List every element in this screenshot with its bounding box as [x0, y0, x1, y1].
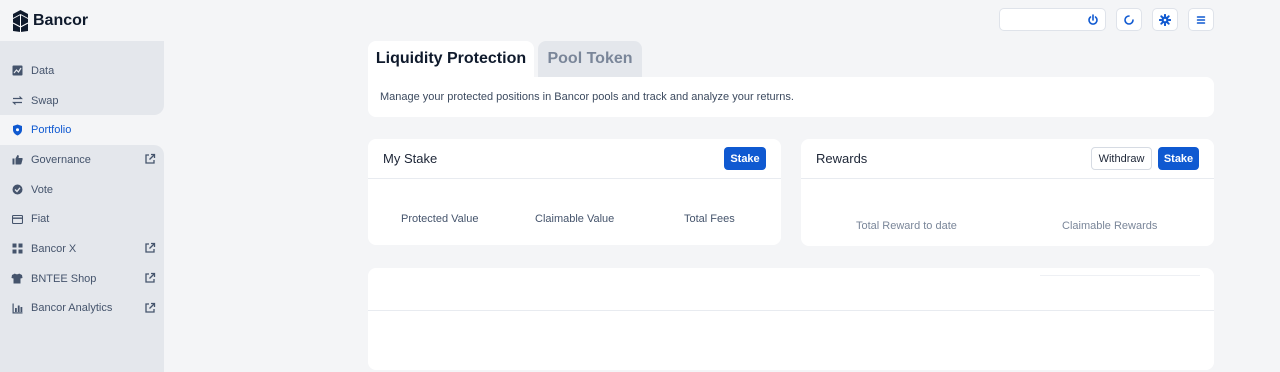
- sidebar-item-label: Fiat: [31, 213, 50, 226]
- refresh-icon: [1124, 14, 1134, 25]
- grid-icon: [11, 243, 23, 255]
- sidebar-item-portfolio[interactable]: Portfolio: [0, 115, 164, 145]
- shirt-icon: [11, 273, 23, 285]
- sidebar-item-data[interactable]: Data: [0, 56, 164, 86]
- claimable-value-label: Claimable Value: [535, 213, 615, 225]
- table-search-divider: [1040, 275, 1200, 276]
- tab-pool-token[interactable]: Pool Token: [538, 41, 642, 77]
- external-link-icon: [145, 302, 156, 313]
- rewards-card: Rewards Withdraw Stake Total Reward to d…: [801, 139, 1214, 246]
- gear-icon: [1159, 13, 1171, 26]
- settings-button[interactable]: [1152, 8, 1178, 31]
- swap-icon: [11, 95, 23, 107]
- sidebar: Data Swap Portfolio Governance Vote Fiat: [0, 56, 164, 323]
- sidebar-item-label: Bancor X: [31, 242, 77, 255]
- bancor-logo-icon: [12, 10, 29, 32]
- claimable-rewards-label: Claimable Rewards: [1062, 220, 1158, 232]
- my-stake-stake-button[interactable]: Stake: [724, 147, 766, 170]
- thumbs-up-icon: [11, 154, 23, 166]
- total-fees-label: Total Fees: [684, 213, 735, 225]
- shield-icon: [11, 124, 23, 136]
- external-link-icon: [145, 153, 156, 164]
- sidebar-item-fiat[interactable]: Fiat: [0, 204, 164, 234]
- sidebar-item-swap[interactable]: Swap: [0, 86, 164, 116]
- sidebar-item-vote[interactable]: Vote: [0, 175, 164, 205]
- rewards-stake-button[interactable]: Stake: [1158, 147, 1199, 170]
- bancor-logo[interactable]: Bancor: [12, 9, 88, 33]
- positions-table-card: [368, 268, 1214, 370]
- sidebar-item-label: BNTEE Shop: [31, 272, 97, 285]
- sidebar-item-bancor-x[interactable]: Bancor X: [0, 234, 164, 264]
- chart-icon: [11, 65, 23, 77]
- protected-value-label: Protected Value: [401, 213, 479, 225]
- sidebar-item-label: Governance: [31, 153, 91, 166]
- sidebar-item-label: Vote: [31, 183, 54, 196]
- external-link-icon: [145, 272, 156, 283]
- external-link-icon: [145, 242, 156, 253]
- sidebar-item-label: Data: [31, 64, 55, 77]
- card-icon: [11, 213, 23, 225]
- sidebar-item-label: Bancor Analytics: [31, 302, 113, 315]
- refresh-button[interactable]: [1116, 8, 1142, 31]
- menu-button[interactable]: [1188, 8, 1214, 31]
- my-stake-title: My Stake: [383, 151, 438, 166]
- power-icon[interactable]: [1087, 13, 1099, 26]
- vote-icon: [11, 184, 23, 196]
- my-stake-card: My Stake Stake Protected Value Claimable…: [368, 139, 781, 245]
- sidebar-item-bntee-shop[interactable]: BNTEE Shop: [0, 264, 164, 294]
- sidebar-item-label: Swap: [31, 94, 59, 107]
- table-header-divider: [368, 310, 1214, 311]
- sidebar-item-bancor-analytics[interactable]: Bancor Analytics: [0, 294, 164, 324]
- wallet-connect-field[interactable]: [999, 8, 1106, 31]
- sidebar-item-label: Portfolio: [31, 124, 72, 137]
- total-reward-label: Total Reward to date: [856, 220, 957, 232]
- rewards-title: Rewards: [816, 151, 868, 166]
- description-card: Manage your protected positions in Banco…: [368, 77, 1214, 117]
- tab-liquidity-protection[interactable]: Liquidity Protection: [368, 41, 534, 77]
- rewards-header: Rewards Withdraw Stake: [801, 139, 1214, 179]
- bar-chart-icon: [11, 302, 23, 314]
- menu-icon: [1196, 15, 1206, 24]
- description-text: Manage your protected positions in Banco…: [380, 91, 794, 103]
- brand-name: Bancor: [33, 12, 89, 29]
- sidebar-item-governance[interactable]: Governance: [0, 145, 164, 175]
- my-stake-header: My Stake Stake: [368, 139, 781, 179]
- rewards-withdraw-button[interactable]: Withdraw: [1091, 147, 1152, 170]
